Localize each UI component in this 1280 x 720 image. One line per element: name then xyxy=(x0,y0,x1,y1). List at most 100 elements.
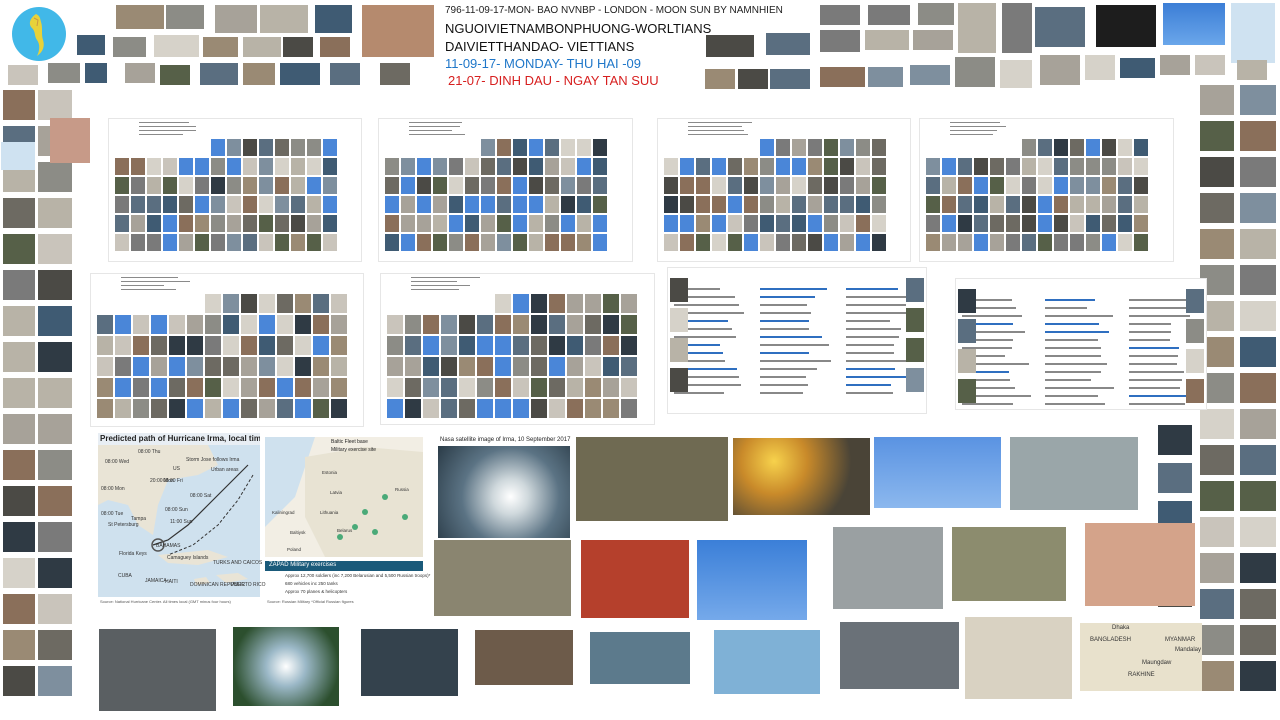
collage-thumb xyxy=(223,336,239,355)
collage-thumb xyxy=(211,196,225,213)
doc-text-line xyxy=(1045,363,1108,365)
collage-thumb xyxy=(187,315,203,334)
doc-thumb xyxy=(670,368,688,392)
collage-thumb xyxy=(585,294,601,313)
collage-thumb xyxy=(680,234,694,251)
collage-thumb xyxy=(449,196,463,213)
zapad-map-label: Latvia xyxy=(330,490,343,495)
doc-text-line xyxy=(846,384,891,386)
doc-text-line xyxy=(1128,403,1185,405)
collage-thumb xyxy=(1118,234,1132,251)
collage-thumb xyxy=(621,399,637,418)
doc-text-line xyxy=(1128,379,1183,381)
collage-thumb xyxy=(593,234,607,251)
photo-left-col-a-0 xyxy=(3,90,35,120)
doc-text-line xyxy=(846,344,894,346)
photo-top-left-11 xyxy=(320,37,350,57)
bay-map-label: Dhaka xyxy=(1112,625,1130,631)
collage-thumb xyxy=(433,158,447,175)
collage-thumb xyxy=(275,215,289,232)
photo-top-right-24 xyxy=(1120,58,1155,78)
collage-thumb xyxy=(1086,139,1100,156)
collage-thumb xyxy=(744,177,758,194)
collage-thumb xyxy=(990,234,1004,251)
photo-woman-portrait xyxy=(1085,523,1195,606)
collage-thumb xyxy=(1070,139,1084,156)
collage-thumb xyxy=(513,177,527,194)
collage-thumb xyxy=(942,234,956,251)
collage-thumb xyxy=(385,215,399,232)
doc-thumb xyxy=(1186,319,1204,343)
collage-header-line xyxy=(409,126,461,127)
collage-thumb xyxy=(131,234,145,251)
collage-header-line xyxy=(688,126,743,127)
collage-thumb xyxy=(593,215,607,232)
zapad-source: Source: Russian Military *Official Russi… xyxy=(267,599,354,604)
photo-top-right-21 xyxy=(1000,60,1032,88)
photo-top-right-7 xyxy=(1163,3,1225,45)
collage-thumb xyxy=(990,177,1004,194)
photo-left-col-b-12 xyxy=(38,522,72,552)
collage-thumb xyxy=(824,196,838,213)
collage-thumb xyxy=(696,215,710,232)
collage-thumb xyxy=(259,196,273,213)
collage-page-1 xyxy=(378,118,633,262)
collage-thumb xyxy=(405,399,421,418)
doc-text-line xyxy=(674,392,724,394)
photo-left-col-b-16 xyxy=(38,666,72,696)
collage-thumb xyxy=(872,196,886,213)
collage-thumb xyxy=(151,378,167,397)
collage-thumb xyxy=(840,234,854,251)
collage-thumb xyxy=(187,399,203,418)
photo-beach-debris xyxy=(1010,437,1138,510)
collage-thumb xyxy=(744,158,758,175)
collage-thumb xyxy=(97,315,113,334)
collage-thumb xyxy=(205,399,221,418)
collage-thumb xyxy=(712,196,726,213)
collage-thumb xyxy=(840,196,854,213)
collage-thumb xyxy=(275,177,289,194)
photo-flood-rescue xyxy=(434,540,571,616)
photo-top-left-20 xyxy=(330,63,360,85)
collage-thumb xyxy=(387,399,403,418)
collage-thumb xyxy=(792,196,806,213)
collage-thumb xyxy=(163,234,177,251)
doc-text-line xyxy=(760,376,807,378)
header-line-5: 21-07- DINH DAU - NGAY TAN SUU xyxy=(448,73,659,88)
bay-map-label: RAKHINE xyxy=(1128,672,1155,678)
hurricane-map-label: 08:00 Tue xyxy=(101,511,124,517)
collage-thumb xyxy=(696,158,710,175)
collage-thumb xyxy=(776,139,790,156)
collage-header-line xyxy=(688,122,753,123)
photo-right-col-a-1 xyxy=(1200,121,1234,151)
collage-thumb xyxy=(441,315,457,334)
doc-text-line xyxy=(846,320,891,322)
collage-thumb xyxy=(313,357,329,376)
doc-text-line xyxy=(1045,379,1091,381)
collage-thumb xyxy=(295,294,311,313)
collage-thumb xyxy=(481,158,495,175)
collage-thumb xyxy=(664,215,678,232)
hurricane-map-label: Urban areas xyxy=(211,467,239,473)
photo-right-col-a-13 xyxy=(1200,553,1234,583)
collage-thumb xyxy=(577,177,591,194)
collage-thumb xyxy=(169,399,185,418)
hurricane-map-label: 08:00 Wed xyxy=(105,459,130,465)
doc-text-line xyxy=(1045,403,1106,405)
doc-text-line xyxy=(1045,395,1098,397)
collage-thumb xyxy=(223,315,239,334)
collage-thumb xyxy=(603,315,619,334)
collage-thumb xyxy=(277,294,293,313)
doc-text-line xyxy=(1045,355,1102,357)
collage-thumb xyxy=(1134,177,1148,194)
collage-thumb xyxy=(513,336,529,355)
collage-thumb xyxy=(441,378,457,397)
collage-thumb xyxy=(227,215,241,232)
collage-thumb xyxy=(151,399,167,418)
collage-thumb xyxy=(603,399,619,418)
collage-thumb xyxy=(974,234,988,251)
collage-thumb xyxy=(133,315,149,334)
collage-thumb xyxy=(147,196,161,213)
collage-thumb xyxy=(974,215,988,232)
collage-thumb xyxy=(243,139,257,156)
